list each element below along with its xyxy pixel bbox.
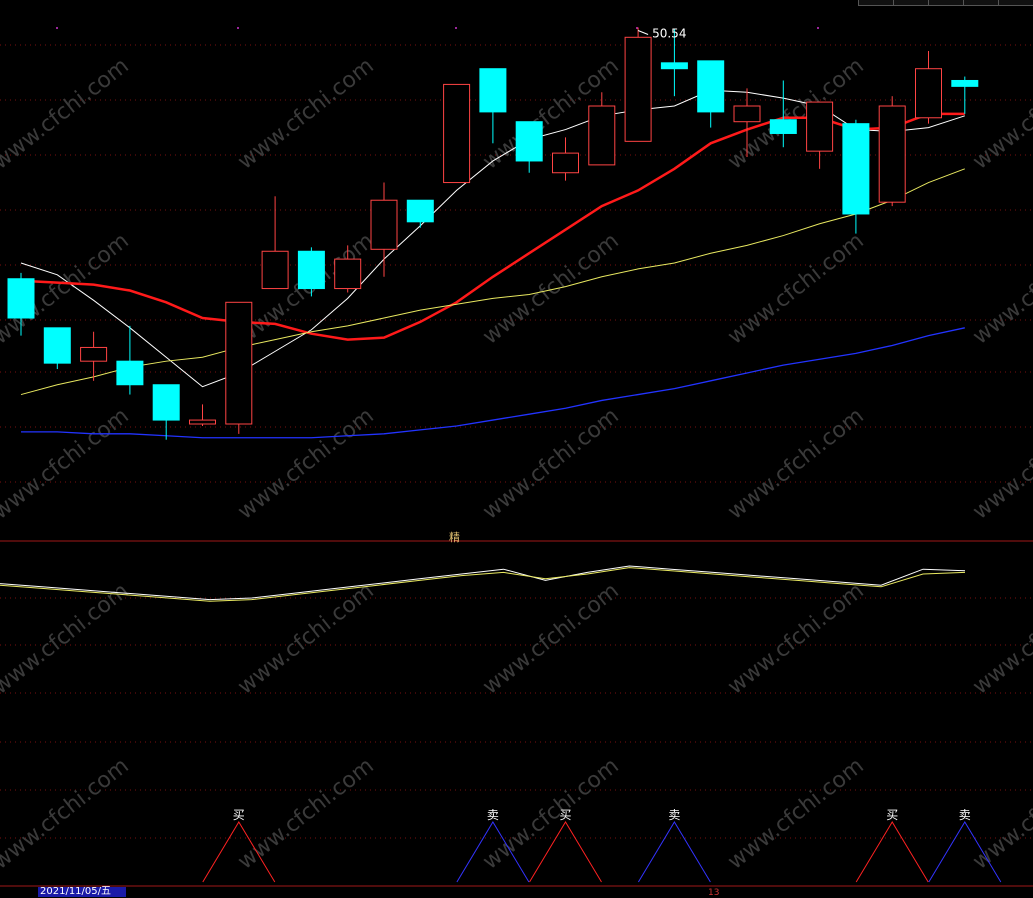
watermark-text: www.cfchi.com — [723, 228, 868, 349]
candle-down — [479, 68, 507, 113]
candle-down — [116, 360, 144, 386]
sell-signal-label: 卖 — [487, 808, 499, 822]
candle-down — [297, 250, 325, 290]
buy-signal-label: 买 — [233, 808, 245, 822]
candle-down — [406, 199, 434, 223]
candle-up — [370, 199, 398, 250]
watermark-text: www.cfchi.com — [0, 403, 134, 524]
candle-up — [225, 301, 253, 425]
candle-down — [951, 79, 979, 87]
candle-up — [806, 101, 834, 152]
indicator-line-white — [0, 565, 966, 601]
indicator-line-yellow — [0, 567, 966, 602]
candle-up — [588, 105, 616, 166]
indicator-panel-title: 精 — [449, 531, 460, 544]
toolbar-button[interactable] — [963, 0, 998, 6]
watermark-text: www.cfchi.com — [968, 753, 1033, 874]
watermark-text: www.cfchi.com — [233, 578, 378, 699]
date-aux-label: 13 — [708, 888, 720, 898]
candle-up — [189, 419, 216, 425]
candle-up — [552, 152, 579, 174]
candle-down — [769, 119, 797, 134]
watermark-text: www.cfchi.com — [0, 753, 134, 874]
buy-signal-label: 买 — [559, 808, 571, 822]
watermark-text: www.cfchi.com — [478, 403, 623, 524]
watermark-text: www.cfchi.com — [233, 753, 378, 874]
watermark-layer: www.cfchi.com www.cfchi.com www.cfchi.com w… — [0, 53, 1033, 874]
watermark-text: www.cfchi.com — [968, 403, 1033, 524]
candle-down — [697, 60, 725, 113]
candle-up — [624, 36, 652, 142]
candle-down — [842, 123, 870, 215]
candle-up — [733, 105, 761, 123]
watermark-text: www.cfchi.com — [723, 753, 868, 874]
watermark-text: www.cfchi.com — [478, 753, 623, 874]
candle-up — [80, 346, 108, 362]
stock-chart: www.cfchi.com www.cfchi.com www.cfchi.com w… — [0, 26, 1033, 887]
watermark-text: www.cfchi.com — [233, 403, 378, 524]
watermark-text: www.cfchi.com — [723, 578, 868, 699]
watermark-text: www.cfchi.com — [0, 53, 134, 174]
candle-down — [7, 278, 35, 319]
trade-signals: 买卖买卖买卖 — [202, 808, 1002, 883]
watermark-text: www.cfchi.com — [0, 578, 134, 699]
candle-down — [660, 62, 688, 70]
candle-down — [152, 384, 180, 421]
indicator-lines — [0, 565, 966, 602]
sell-signal-label: 卖 — [959, 808, 971, 822]
toolbar — [858, 0, 1033, 6]
watermark-text: www.cfchi.com — [968, 53, 1033, 174]
buy-signal-triangle — [855, 821, 929, 883]
toolbar-button[interactable] — [998, 0, 1033, 6]
candle-up — [915, 68, 942, 119]
candle-up — [878, 105, 906, 203]
candle-up — [443, 83, 471, 184]
buy-signal-label: 买 — [886, 808, 898, 822]
sell-signal-triangle — [637, 821, 711, 883]
candle-down — [43, 327, 71, 364]
watermark-text: www.cfchi.com — [968, 578, 1033, 699]
toolbar-button[interactable] — [858, 0, 893, 6]
watermark-text: www.cfchi.com — [478, 578, 623, 699]
candle-up — [261, 250, 289, 290]
watermark-text: www.cfchi.com — [723, 403, 868, 524]
marker-dot — [56, 27, 58, 29]
candle-down — [515, 121, 543, 162]
candle-up — [334, 258, 362, 290]
max-price-label: 50.54 — [652, 26, 686, 40]
toolbar-button[interactable] — [893, 0, 928, 6]
toolbar-button[interactable] — [928, 0, 963, 6]
marker-dot — [455, 27, 457, 29]
max-price-pointer — [637, 30, 649, 35]
watermark-text: www.cfchi.com — [233, 53, 378, 174]
marker-dot — [237, 27, 239, 29]
watermark-text: www.cfchi.com — [968, 228, 1033, 349]
watermark-text: www.cfchi.com — [478, 228, 623, 349]
marker-dot — [817, 27, 819, 29]
sell-signal-label: 卖 — [668, 808, 680, 822]
